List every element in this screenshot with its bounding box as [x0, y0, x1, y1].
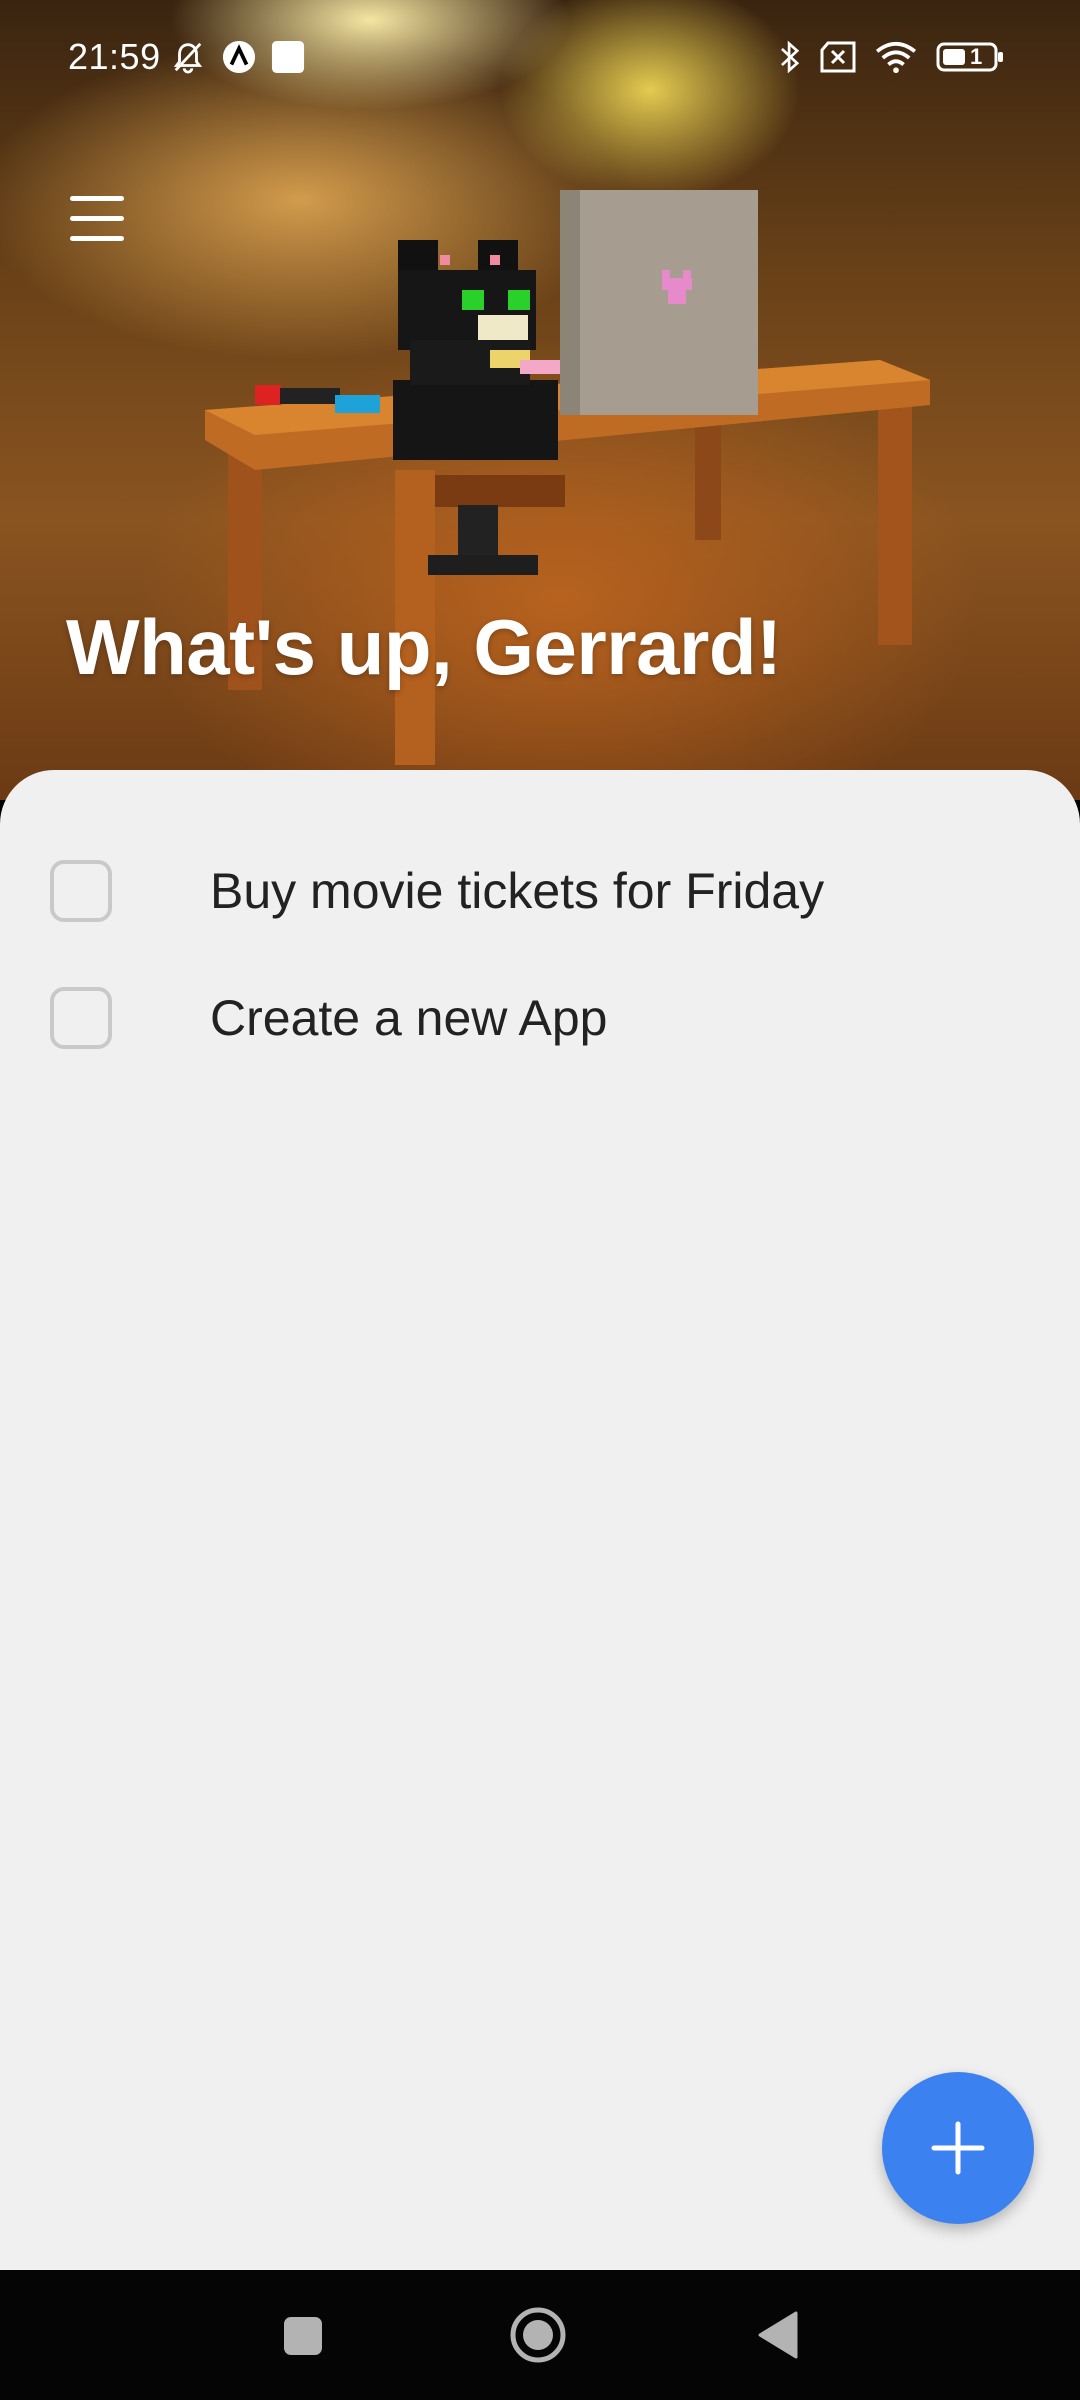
app-a-icon: [222, 40, 256, 74]
status-time: 21:59: [68, 36, 161, 77]
back-button[interactable]: [740, 2297, 816, 2373]
bluetooth-icon: [781, 40, 800, 74]
wifi-icon: [875, 41, 917, 74]
battery-level: 1: [970, 44, 983, 69]
navigation-bar: [0, 2270, 1080, 2400]
task-sheet: Buy movie tickets for Friday Create a ne…: [0, 770, 1080, 2270]
menu-button[interactable]: [66, 196, 126, 242]
task-checkbox[interactable]: [50, 987, 112, 1049]
greeting-title: What's up, Gerrard!: [66, 603, 782, 691]
task-checkbox[interactable]: [50, 860, 112, 922]
add-task-button[interactable]: [882, 2072, 1034, 2224]
bell-off-icon: [173, 42, 203, 74]
header-illustration: 21:59 1 What's up, Gerrard!: [0, 0, 1080, 800]
recent-apps-button[interactable]: [264, 2297, 340, 2373]
notification-square-icon: [271, 40, 305, 74]
home-button[interactable]: [500, 2297, 576, 2373]
status-bar: 21:59 1: [0, 0, 1080, 120]
task-label: Create a new App: [210, 990, 608, 1046]
plus-icon: [931, 2121, 985, 2175]
recent-apps-icon: [284, 2317, 322, 2355]
back-icon: [758, 2311, 798, 2359]
home-icon: [510, 2307, 566, 2363]
no-sim-icon: [820, 41, 856, 73]
task-item[interactable]: Create a new App: [50, 978, 1030, 1058]
task-item[interactable]: Buy movie tickets for Friday: [50, 851, 1030, 931]
hamburger-menu-icon: [70, 196, 124, 201]
task-label: Buy movie tickets for Friday: [210, 863, 825, 919]
